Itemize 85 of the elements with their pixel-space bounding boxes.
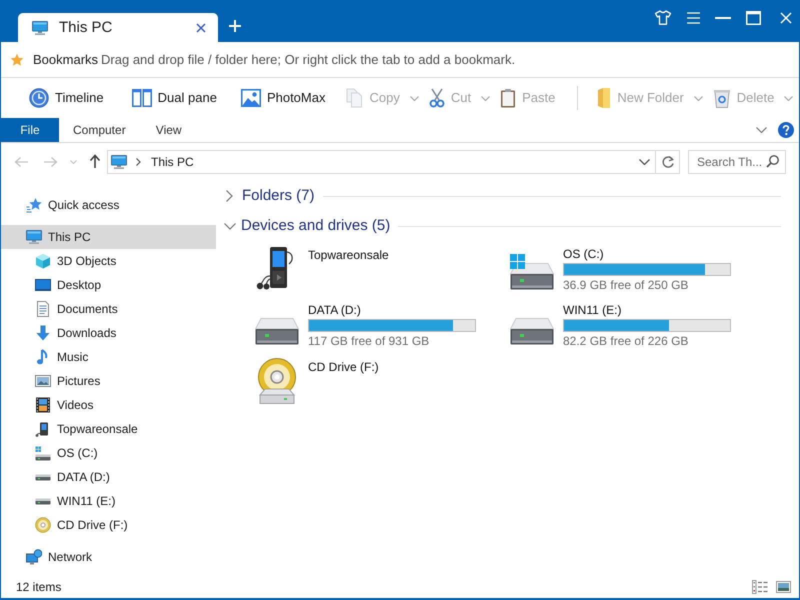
- details-view-icon[interactable]: [752, 580, 768, 594]
- drive-name[interactable]: OS (C:): [563, 246, 731, 262]
- close-icon[interactable]: [196, 22, 206, 32]
- disc-drive-icon: [256, 358, 298, 404]
- plus-icon[interactable]: [229, 20, 241, 32]
- picture-icon: [240, 89, 261, 107]
- bookmarks-label: Bookmarks: [33, 50, 98, 69]
- hard-drive-icon: [35, 474, 51, 480]
- two-panes-icon: [132, 89, 152, 107]
- sidebar-item[interactable]: Music: [1, 345, 216, 369]
- system-drive-icon: [510, 254, 554, 290]
- hard-drive-icon: [35, 498, 51, 504]
- menu-icon[interactable]: [687, 12, 700, 24]
- large-icons-view-icon[interactable]: [776, 581, 791, 593]
- chevron-down-icon[interactable]: [756, 127, 767, 133]
- sidebar-item[interactable]: CD Drive (F:): [1, 513, 216, 537]
- desktop-icon: [35, 279, 51, 291]
- ribbon-tab[interactable]: View: [140, 118, 198, 142]
- down-arrow-icon: [35, 325, 51, 341]
- group-header[interactable]: Folders (7): [224, 184, 315, 208]
- drive-name[interactable]: Topwareonsale: [308, 246, 389, 264]
- sidebar-item[interactable]: This PC: [1, 225, 216, 249]
- system-drive-icon: [35, 446, 51, 460]
- free-space-text: 117 GB free of 931 GB: [308, 334, 430, 348]
- picture-icon: [35, 375, 51, 387]
- sidebar-item[interactable]: WIN11 (E:): [1, 489, 216, 513]
- bookmarks-hint: Drag and drop file / folder here; Or right click the tab to add a bookmark.: [101, 50, 516, 69]
- sidebar-item[interactable]: OS (C:): [1, 441, 216, 465]
- network-icon: [26, 549, 42, 565]
- cube-icon: [35, 253, 51, 269]
- drive-name[interactable]: DATA (D:): [308, 302, 476, 318]
- help-icon[interactable]: [778, 122, 794, 138]
- search-icon[interactable]: [766, 154, 779, 168]
- hard-drive-icon: [510, 317, 554, 345]
- group-header[interactable]: Devices and drives (5): [224, 214, 390, 238]
- film-icon: [35, 397, 51, 413]
- star-icon: [10, 52, 24, 66]
- clock-icon: [29, 88, 49, 108]
- monitor-icon: [26, 230, 42, 244]
- sidebar-item[interactable]: 3D Objects: [1, 249, 216, 273]
- clipboard-icon: [500, 88, 516, 108]
- dual-pane-button[interactable]: Dual pane: [124, 83, 225, 113]
- ribbon-tab[interactable]: Computer: [59, 118, 140, 142]
- disc-icon: [35, 517, 51, 533]
- drive-name[interactable]: CD Drive (F:): [308, 358, 379, 376]
- scissors-icon: [428, 88, 445, 108]
- drive-name[interactable]: WIN11 (E:): [563, 302, 731, 318]
- sidebar-item[interactable]: Pictures: [1, 369, 216, 393]
- sidebar-item[interactable]: Network: [1, 545, 216, 569]
- chevron-down-icon: [224, 222, 236, 230]
- item-count: 12 items: [16, 579, 62, 596]
- sidebar-item[interactable]: Quick access: [1, 193, 216, 217]
- monitor-icon: [111, 154, 127, 168]
- chevron-right-icon: [226, 190, 233, 202]
- copy-icon: [346, 88, 364, 108]
- ribbon-tab[interactable]: File: [1, 118, 59, 142]
- folder-icon: [597, 87, 612, 109]
- address-bar[interactable]: This PC: [107, 150, 656, 174]
- sidebar-item[interactable]: Videos: [1, 393, 216, 417]
- shirt-icon[interactable]: [654, 10, 672, 25]
- photomax-button[interactable]: PhotoMax: [232, 83, 334, 113]
- free-space-text: 36.9 GB free of 250 GB: [563, 278, 690, 292]
- minimize-icon[interactable]: [715, 16, 731, 18]
- tab[interactable]: This PC: [18, 13, 218, 42]
- sidebar-item[interactable]: Topwareonsale: [1, 417, 216, 441]
- recycle-bin-icon: [712, 88, 731, 108]
- document-icon: [35, 301, 51, 317]
- refresh-icon: [662, 155, 674, 168]
- caret-icon[interactable]: [639, 158, 650, 164]
- refresh-button[interactable]: [656, 150, 680, 174]
- sidebar-item[interactable]: DATA (D:): [1, 465, 216, 489]
- timeline-button[interactable]: Timeline: [21, 83, 112, 113]
- hard-drive-icon: [255, 317, 299, 345]
- search-field[interactable]: Search Th...: [688, 150, 786, 174]
- sidebar-item[interactable]: Desktop: [1, 273, 216, 297]
- star-icon: [26, 197, 42, 213]
- up-arrow-icon[interactable]: [89, 154, 101, 169]
- breadcrumb-item[interactable]: This PC: [151, 152, 194, 170]
- free-space-text: 82.2 GB free of 226 GB: [563, 334, 690, 348]
- sidebar-item[interactable]: Downloads: [1, 321, 216, 345]
- media-player-icon: [35, 421, 51, 437]
- maximize-icon[interactable]: [746, 10, 761, 24]
- chevron-right-icon[interactable]: [136, 158, 141, 166]
- monitor-icon: [32, 20, 48, 34]
- sidebar-item[interactable]: Documents: [1, 297, 216, 321]
